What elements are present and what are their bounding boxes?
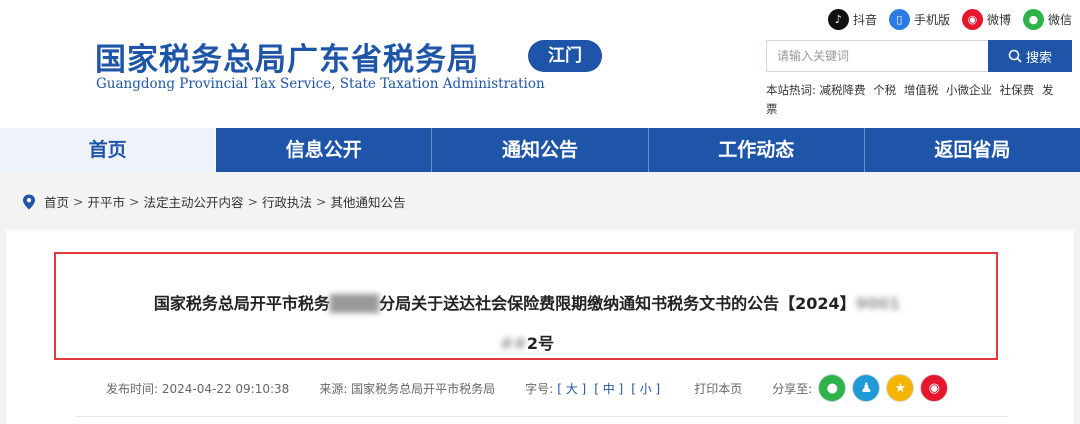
print-button[interactable]: 打印本页	[694, 380, 742, 397]
divider	[76, 416, 1008, 417]
wechat-icon: ●	[1022, 9, 1044, 30]
breadcrumb-separator: >	[129, 194, 140, 209]
mobile-icon: ▯	[888, 9, 910, 30]
breadcrumb-item[interactable]: 法定主动公开内容	[144, 192, 244, 211]
breadcrumb-separator: >	[247, 194, 258, 209]
social-link-weibo[interactable]: ◉ 微博	[961, 9, 1011, 30]
wechat-share-icon[interactable]: ●	[818, 374, 847, 402]
hot-word[interactable]: 个税	[873, 83, 896, 97]
article-source: 来源: 国家税务总局开平市税务局	[319, 381, 496, 396]
title-text: 分局关于送达社会保险费限期缴纳通知书税务文书的公告【2024】	[379, 294, 856, 313]
qzone-share-icon[interactable]: ★	[886, 374, 915, 402]
breadcrumb-item[interactable]: 其他通知公告	[331, 192, 406, 211]
hot-word[interactable]: 减税降费	[820, 83, 866, 97]
title-text: 2号	[526, 334, 554, 353]
qq-share-icon[interactable]: ♟	[852, 374, 881, 402]
hot-word[interactable]: 社保费	[1000, 83, 1035, 97]
font-size-large-button[interactable]: [ 大 ]	[557, 380, 586, 397]
title-redacted: ████	[329, 294, 380, 313]
share-label: 分享至:	[772, 381, 813, 396]
title-redacted: 9001	[855, 294, 901, 313]
social-label: 抖音	[852, 13, 877, 27]
hot-word[interactable]: 小微企业	[946, 83, 992, 97]
breadcrumb-separator: >	[73, 194, 84, 209]
search-box: 搜索	[766, 40, 1072, 72]
nav-item-home[interactable]: 首页	[0, 128, 217, 172]
hot-word[interactable]: 增值税	[904, 83, 939, 97]
site-subtitle: Guangdong Provincial Tax Service, State …	[96, 76, 545, 92]
social-label: 手机版	[913, 13, 950, 27]
site-header: 国家税务总局广东省税务局 江门 Guangdong Provincial Tax…	[0, 0, 1080, 128]
city-badge[interactable]: 江门	[528, 40, 602, 72]
social-link-tiktok[interactable]: ♪ 抖音	[827, 9, 877, 30]
title-redacted: ##	[500, 334, 527, 353]
weibo-icon: ◉	[961, 9, 983, 30]
article-meta: 发布时间: 2024-04-22 09:10:38 来源: 国家税务总局开平市税…	[106, 374, 949, 402]
breadcrumb: 首页 > 开平市 > 法定主动公开内容 > 行政执法 > 其他通知公告	[22, 192, 406, 211]
social-link-mobile[interactable]: ▯ 手机版	[888, 9, 950, 30]
tiktok-icon: ♪	[827, 9, 849, 30]
location-pin-icon	[23, 194, 35, 209]
search-input[interactable]	[766, 40, 988, 72]
breadcrumb-separator: >	[316, 194, 327, 209]
share-bar: 分享至: ● ♟ ★ ◉	[772, 374, 949, 402]
breadcrumb-item[interactable]: 首页	[44, 192, 69, 211]
hot-words: 本站热词: 减税降费 个税 增值税 小微企业 社保费 发票	[766, 81, 1066, 119]
font-size-medium-button[interactable]: [ 中 ]	[594, 380, 623, 397]
nav-item-work-news[interactable]: 工作动态	[649, 128, 865, 172]
article-panel: 国家税务总局开平市税务████分局关于送达社会保险费限期缴纳通知书税务文书的公告…	[6, 230, 1074, 424]
main-nav: 首页 信息公开 通知公告 工作动态 返回省局	[0, 128, 1080, 172]
search-icon	[1008, 49, 1022, 63]
title-text: 国家税务总局开平市税务	[153, 294, 330, 313]
breadcrumb-item[interactable]: 开平市	[88, 192, 126, 211]
font-size-label: 字号:	[525, 381, 554, 396]
title-highlight-box: 国家税务总局开平市税务████分局关于送达社会保险费限期缴纳通知书税务文书的公告…	[54, 252, 998, 360]
weibo-share-icon[interactable]: ◉	[920, 374, 949, 402]
publish-time: 发布时间: 2024-04-22 09:10:38	[106, 381, 290, 396]
social-label: 微博	[986, 13, 1011, 27]
font-size-small-button[interactable]: [ 小 ]	[631, 380, 660, 397]
nav-item-back-provincial[interactable]: 返回省局	[865, 128, 1080, 172]
font-size-controls: 字号: [ 大 ] [ 中 ] [ 小 ]	[525, 380, 664, 397]
nav-item-notices[interactable]: 通知公告	[432, 128, 649, 172]
social-link-wechat[interactable]: ● 微信	[1022, 9, 1072, 30]
social-links: ♪ 抖音 ▯ 手机版 ◉ 微博 ● 微信	[827, 9, 1072, 30]
search-button-label: 搜索	[1025, 50, 1052, 66]
hot-words-label: 本站热词:	[766, 83, 816, 97]
nav-item-info-disclosure[interactable]: 信息公开	[216, 128, 433, 172]
search-button[interactable]: 搜索	[988, 40, 1072, 72]
article-title: 国家税务总局开平市税务████分局关于送达社会保险费限期缴纳通知书税务文书的公告…	[84, 284, 970, 364]
breadcrumb-item[interactable]: 行政执法	[262, 192, 312, 211]
social-label: 微信	[1047, 13, 1072, 27]
site-title[interactable]: 国家税务总局广东省税务局	[95, 34, 479, 79]
